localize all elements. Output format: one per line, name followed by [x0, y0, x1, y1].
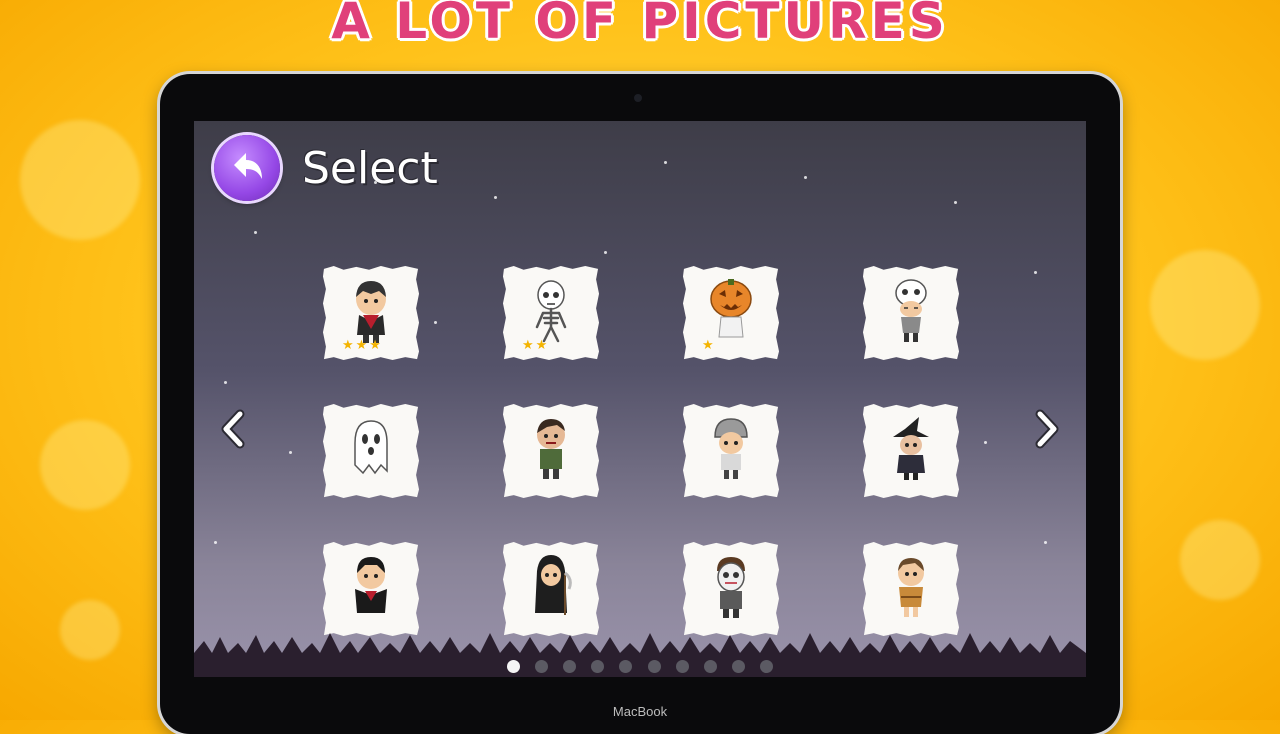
star-rating: ★★: [522, 338, 550, 353]
picture-card-skeleton[interactable]: ★★: [502, 265, 600, 361]
witch-picture: [893, 417, 929, 480]
star-rating: ★: [702, 338, 716, 353]
vampire-boy-picture: [356, 281, 386, 343]
picture-card-helmet[interactable]: [682, 403, 780, 499]
chevron-left-icon[interactable]: [218, 409, 248, 449]
pumpkin-head-picture: [710, 279, 752, 338]
page-dot[interactable]: [563, 660, 577, 673]
zombie-boy-picture: [537, 419, 565, 479]
picture-card-pumpkin[interactable]: ★: [682, 265, 780, 361]
picture-card-ghost[interactable]: [322, 403, 420, 499]
chevron-right-icon[interactable]: [1032, 409, 1062, 449]
dark-vampire-picture: [355, 557, 387, 613]
picture-card-dark-vampire[interactable]: [322, 541, 420, 637]
laptop-brand-label: MacBook: [612, 704, 668, 719]
app-screen: Select ★★★ ★★ ★: [194, 121, 1086, 677]
page-dot[interactable]: [703, 660, 717, 673]
grim-reaper-picture: [535, 555, 572, 615]
picture-card-zombie[interactable]: [502, 403, 600, 499]
page-dot[interactable]: [731, 660, 745, 673]
page-dot[interactable]: [535, 660, 549, 673]
page-title: Select: [302, 143, 438, 194]
picture-card-reaper[interactable]: [502, 541, 600, 637]
page-dot[interactable]: [647, 660, 661, 673]
picture-card-skull-mask[interactable]: [862, 265, 960, 361]
page-indicator: [194, 656, 1086, 673]
caveman-picture: [898, 558, 924, 617]
star-rating: ★★★: [342, 338, 383, 353]
hockey-mask-picture: [717, 557, 745, 618]
back-button[interactable]: [214, 135, 280, 201]
page-dot[interactable]: [507, 660, 521, 673]
helmet-kid-picture: [714, 418, 748, 479]
picture-card-witch[interactable]: [862, 403, 960, 499]
page-dot[interactable]: [619, 660, 633, 673]
page-dot[interactable]: [675, 660, 689, 673]
page-dot[interactable]: [591, 660, 605, 673]
camera: [634, 94, 642, 102]
page-dot[interactable]: [759, 660, 773, 673]
ghost-picture: [354, 420, 388, 475]
skeleton-picture: [535, 280, 567, 343]
promo-headline: A LOT OF PICTURES: [331, 0, 949, 50]
back-arrow-icon: [234, 153, 262, 179]
picture-card-vampire-boy[interactable]: ★★★: [322, 265, 420, 361]
skull-mask-picture: [895, 279, 927, 342]
picture-grid: ★★★ ★★ ★: [322, 265, 960, 645]
picture-card-caveman[interactable]: [862, 541, 960, 637]
laptop-frame: Select ★★★ ★★ ★ MacBook: [160, 74, 1120, 734]
picture-card-hockey-mask[interactable]: [682, 541, 780, 637]
